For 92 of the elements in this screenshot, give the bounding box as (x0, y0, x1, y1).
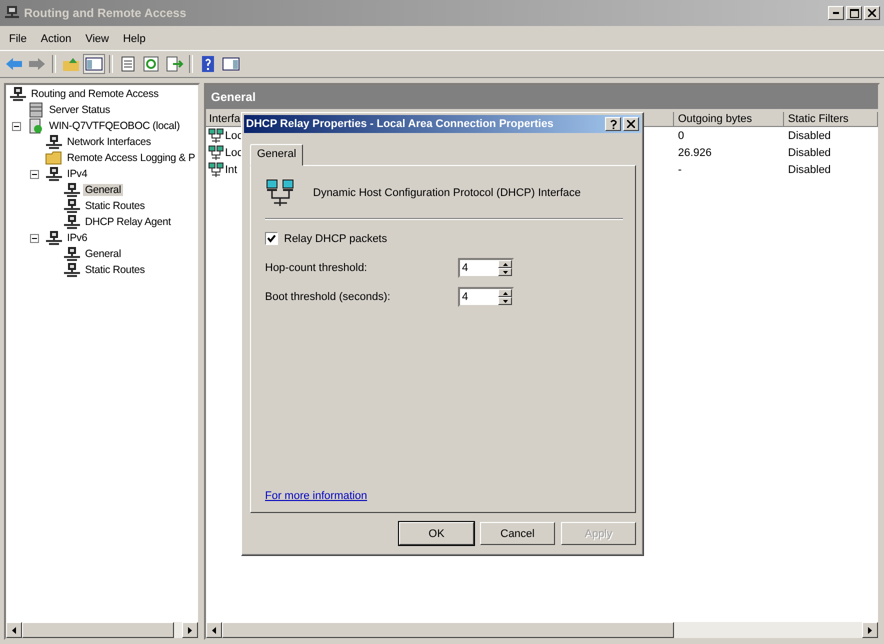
question-mark-icon (610, 119, 616, 129)
computer-icon (4, 5, 20, 21)
down-arrow-icon (502, 300, 508, 302)
menu-item[interactable]: Action (36, 33, 76, 45)
tree-item[interactable]: Routing and Remote Access (29, 88, 160, 100)
network-node-icon (45, 166, 63, 182)
network-node-icon (63, 262, 81, 278)
scroll-right-button[interactable] (862, 622, 878, 638)
scrollbar-thumb[interactable] (22, 622, 174, 638)
table-cell-text: Disabled (787, 164, 832, 176)
console-tree-icon[interactable] (84, 55, 104, 73)
dialog-button[interactable]: Cancel (480, 522, 555, 545)
table-cell-text: Disabled (787, 146, 832, 158)
scroll-right-button[interactable] (182, 622, 198, 638)
spin-up-button[interactable] (498, 260, 512, 268)
dialog-title: DHCP Relay Properties - Local Area Connection Properties (246, 118, 554, 130)
table-cell-text: - (677, 164, 683, 176)
folder-icon (45, 150, 63, 166)
collapse-toggle[interactable] (30, 170, 39, 178)
dialog-button[interactable]: OK (399, 522, 474, 545)
network-node-icon (63, 182, 81, 198)
network-node-icon (9, 86, 27, 102)
table-cell-text: 26.926 (677, 146, 713, 158)
column-header[interactable]: Static Filters (784, 112, 878, 127)
menu-item[interactable]: Help (118, 33, 151, 45)
network-node-icon (63, 198, 81, 214)
spin-up-button[interactable] (498, 289, 512, 297)
maximize-icon (850, 8, 858, 18)
interface-description: Dynamic Host Configuration Protocol (DHCP) Interface (313, 187, 581, 199)
refresh-icon[interactable] (141, 55, 161, 73)
tree-item[interactable]: DHCP Relay Agent (83, 216, 173, 228)
more-info-link[interactable]: For more information (265, 490, 368, 502)
action-pane-icon[interactable] (221, 55, 241, 73)
down-arrow-icon (502, 270, 508, 274)
help-button[interactable] (605, 117, 621, 131)
spin-value: 4 (461, 261, 470, 276)
network-node-icon (63, 214, 81, 230)
maximize-button[interactable] (846, 6, 862, 20)
close-button[interactable] (864, 6, 880, 20)
tree-item[interactable]: Remote Access Logging & P (65, 152, 198, 164)
collapse-toggle[interactable] (30, 234, 39, 242)
close-icon (868, 9, 876, 17)
server-icon (27, 102, 45, 118)
tree-item[interactable]: Network Interfaces (65, 136, 153, 148)
close-icon (627, 120, 635, 128)
spin-down-button[interactable] (498, 297, 512, 305)
left-arrow-icon (12, 626, 16, 634)
minimize-icon (833, 12, 839, 14)
computer-icon (27, 118, 45, 134)
close-button[interactable] (623, 117, 639, 131)
tree-item[interactable]: WIN-Q7VTFQEOBOC (local) (47, 120, 182, 132)
right-arrow-icon (868, 626, 872, 634)
pane-header: General (206, 85, 878, 109)
tab[interactable]: General (250, 144, 304, 166)
column-header[interactable]: Outgoing bytes (674, 112, 784, 127)
minimize-button[interactable] (828, 6, 844, 20)
field-label: Hop-count threshold: (265, 262, 368, 274)
export-list-icon[interactable] (164, 55, 184, 73)
spin-down-button[interactable] (498, 268, 512, 276)
network-node-icon (63, 246, 81, 262)
left-arrow-icon (212, 626, 216, 634)
table-cell: Int (225, 164, 238, 176)
tree-item[interactable]: Server Status (47, 104, 112, 116)
spin-field[interactable]: 4 (458, 287, 514, 307)
up-arrow-icon (502, 292, 508, 294)
tree-item[interactable]: General (83, 184, 123, 196)
window-title: Routing and Remote Access (24, 6, 188, 20)
network-node-icon (45, 230, 63, 246)
collapse-toggle[interactable] (12, 122, 21, 130)
menu-item[interactable]: View (80, 33, 114, 45)
network-interface-icon (208, 162, 224, 178)
spin-value: 4 (461, 290, 470, 305)
network-interface-icon (208, 128, 224, 144)
spin-field[interactable]: 4 (458, 258, 514, 278)
table-cell-text: 0 (677, 130, 686, 142)
table-cell-text: Disabled (787, 130, 832, 142)
right-arrow-icon (188, 626, 192, 634)
menu-item[interactable]: File (4, 33, 32, 45)
network-interface-icon (208, 144, 224, 160)
network-node-icon (45, 134, 63, 150)
tree-item[interactable]: General (83, 248, 123, 260)
field-label: Boot threshold (seconds): (265, 291, 392, 303)
tree-item[interactable]: Static Routes (83, 200, 147, 212)
tree-item[interactable]: IPv6 (65, 232, 90, 244)
up-arrow-icon (502, 262, 508, 266)
tree-item[interactable]: Static Routes (83, 264, 147, 276)
scroll-left-button[interactable] (6, 622, 22, 638)
checkbox-label: Relay DHCP packets (284, 232, 388, 244)
scroll-left-button[interactable] (206, 622, 222, 638)
relay-checkbox[interactable] (265, 232, 278, 245)
tree-item[interactable]: IPv4 (65, 168, 90, 180)
scrollbar-thumb[interactable] (222, 622, 674, 638)
